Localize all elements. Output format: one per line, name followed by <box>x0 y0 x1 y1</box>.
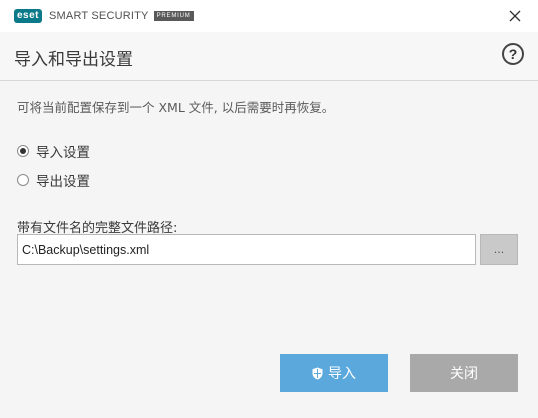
radio-selected-dot <box>20 148 26 154</box>
dialog-header: 导入和导出设置 ? <box>0 32 538 81</box>
title-bar: eset SMART SECURITY PREMIUM <box>0 0 538 32</box>
close-button-label: 关闭 <box>450 366 478 382</box>
window-close-button[interactable] <box>504 5 526 27</box>
browse-button[interactable]: ... <box>480 234 518 265</box>
eset-logo: eset <box>14 9 43 23</box>
radio-button-export[interactable] <box>17 174 29 186</box>
import-button[interactable]: 导入 <box>280 354 388 392</box>
page-title: 导入和导出设置 <box>14 50 133 70</box>
help-button[interactable]: ? <box>502 43 524 65</box>
radio-export-settings[interactable]: 导出设置 <box>17 170 90 190</box>
shield-icon <box>312 367 323 380</box>
description-text: 可将当前配置保存到一个 XML 文件, 以后需要时再恢复。 <box>17 100 335 115</box>
brand: eset SMART SECURITY PREMIUM <box>14 8 194 24</box>
close-icon <box>509 10 521 22</box>
radio-button-import[interactable] <box>17 145 29 157</box>
radio-label-export: 导出设置 <box>36 174 90 190</box>
close-button[interactable]: 关闭 <box>410 354 518 392</box>
radio-label-import: 导入设置 <box>36 145 90 161</box>
help-icon: ? <box>508 46 518 62</box>
file-path-input[interactable] <box>17 234 476 265</box>
edition-badge: PREMIUM <box>153 11 194 21</box>
product-name: SMART SECURITY <box>49 10 149 22</box>
import-button-label: 导入 <box>328 366 356 382</box>
radio-import-settings[interactable]: 导入设置 <box>17 141 90 161</box>
